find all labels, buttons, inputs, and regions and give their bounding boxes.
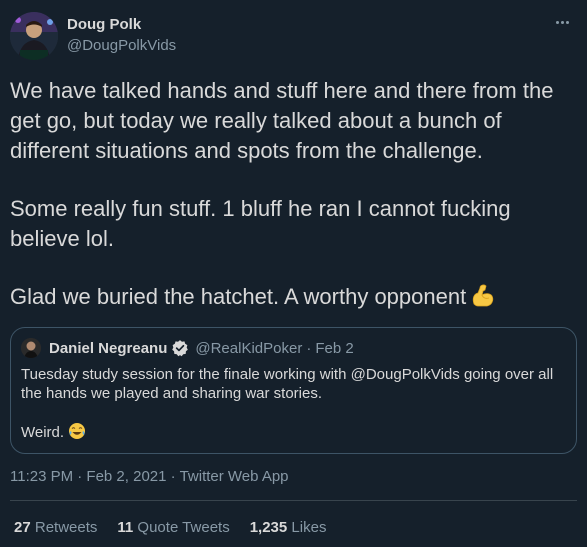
avatar-image bbox=[10, 12, 58, 60]
more-dot-icon bbox=[565, 20, 569, 24]
tweet-time-link[interactable]: 11:23 PM · Feb 2, 2021 bbox=[10, 468, 166, 485]
timestamp-separator: · bbox=[170, 468, 176, 485]
quotes-label: Quote Tweets bbox=[137, 519, 230, 536]
quote-header: Daniel Negreanu @RealKidPoker · Feb 2 bbox=[21, 338, 354, 358]
quote-tweets-stat[interactable]: 11 Quote Tweets bbox=[117, 519, 229, 536]
retweets-label: Retweets bbox=[34, 519, 98, 536]
quote-text: Tuesday study session for the finale wor… bbox=[21, 366, 554, 402]
retweets-stat[interactable]: 27 Retweets bbox=[14, 519, 97, 536]
quote-body: Tuesday study session for the finale wor… bbox=[21, 365, 566, 445]
author-handle[interactable]: @DougPolkVids bbox=[67, 36, 176, 55]
likes-stat[interactable]: 1,235 Likes bbox=[250, 519, 327, 536]
tweet-paragraph: We have talked hands and stuff here and … bbox=[10, 78, 554, 163]
tweet-paragraph: Some really fun stuff. 1 bluff he ran I … bbox=[10, 196, 511, 251]
flexed-biceps-icon bbox=[470, 282, 496, 316]
likes-label: Likes bbox=[291, 519, 327, 536]
quote-text-last: Weird. bbox=[21, 422, 566, 445]
tweet-paragraph-text: Glad we buried the hatchet. A worthy opp… bbox=[10, 284, 467, 309]
quote-separator: · bbox=[306, 339, 312, 357]
author-avatar[interactable] bbox=[10, 12, 58, 60]
tweet-text: We have talked hands and stuff here and … bbox=[10, 76, 582, 316]
more-options-button[interactable] bbox=[549, 12, 575, 32]
likes-count: 1,235 bbox=[249, 519, 288, 536]
laughing-tears-icon bbox=[68, 422, 86, 445]
divider bbox=[10, 500, 577, 501]
more-dot-icon bbox=[555, 20, 559, 24]
tweet-stats: 27 Retweets 11 Quote Tweets 1,235 Likes bbox=[14, 519, 326, 536]
verified-badge-icon bbox=[171, 339, 189, 357]
tweet-paragraph-last: Glad we buried the hatchet. A worthy opp… bbox=[10, 282, 582, 316]
quote-author-name: Daniel Negreanu bbox=[49, 339, 168, 357]
more-dot-icon bbox=[560, 20, 564, 24]
quoted-tweet[interactable]: Daniel Negreanu @RealKidPoker · Feb 2 Tu… bbox=[10, 327, 577, 454]
tweet-source-link[interactable]: Twitter Web App bbox=[180, 468, 289, 485]
tweet-timestamp: 11:23 PM · Feb 2, 2021 · Twitter Web App bbox=[10, 468, 289, 485]
retweets-count: 27 bbox=[14, 519, 31, 536]
quotes-count: 11 bbox=[117, 519, 134, 536]
quote-avatar bbox=[21, 338, 41, 358]
quote-text-weird: Weird. bbox=[21, 424, 65, 441]
author-name[interactable]: Doug Polk bbox=[67, 15, 176, 34]
quote-date: Feb 2 bbox=[315, 339, 354, 357]
quote-handle: @RealKidPoker bbox=[195, 339, 303, 357]
author-block: Doug Polk @DougPolkVids bbox=[67, 15, 176, 55]
